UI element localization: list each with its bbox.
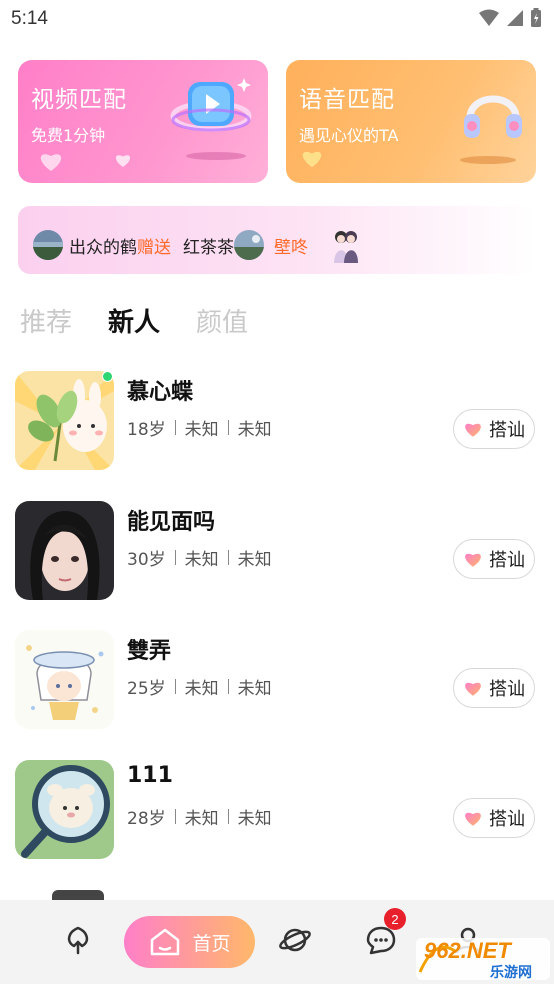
voice-match-card[interactable]: 语音匹配 遇见心仪的TA [286, 60, 536, 183]
heart-icon [465, 553, 481, 567]
heart-decoration-icon [115, 155, 131, 167]
battery-icon [531, 8, 541, 27]
greet-button-label: 搭讪 [489, 809, 525, 830]
video-play-icon [170, 78, 252, 132]
heart-icon [465, 812, 481, 826]
nav-home-label: 首页 [192, 932, 231, 955]
user-name: 雙弄 [127, 639, 172, 664]
greet-button-label: 搭讪 [489, 679, 525, 700]
video-match-title: 视频匹配 [31, 87, 127, 113]
signal-icon [507, 10, 523, 26]
user-age: 25岁 [127, 679, 166, 699]
receiver-avatar [234, 230, 264, 260]
user-field: 未知 [237, 420, 272, 440]
user-age: 30岁 [127, 550, 166, 570]
divider [227, 550, 229, 565]
tab-new[interactable]: 新人 [108, 302, 160, 339]
nav-home[interactable]: 首页 [124, 916, 255, 968]
divider [174, 550, 176, 565]
divider [227, 679, 229, 694]
user-field: 未知 [237, 550, 272, 570]
nav-discover[interactable] [58, 920, 98, 960]
status-icons [478, 8, 542, 28]
watermark-brand: 962.NET [424, 938, 511, 963]
nav-planet[interactable] [275, 920, 315, 960]
online-indicator [102, 371, 113, 382]
voice-match-title: 语音匹配 [299, 87, 395, 113]
user-info: 18岁 未知 未知 [127, 415, 272, 440]
user-info: 28岁 未知 未知 [127, 804, 272, 829]
tree-icon [67, 926, 89, 955]
status-bar: 5:14 [0, 0, 554, 38]
user-field: 未知 [237, 679, 272, 699]
list-item-partial[interactable] [52, 890, 104, 900]
list-item[interactable]: 慕心蝶 18岁 未知 未知 搭讪 [15, 371, 539, 471]
user-info: 30岁 未知 未知 [127, 545, 272, 570]
avatar[interactable] [15, 371, 114, 470]
divider [174, 809, 176, 824]
message-badge: 2 [384, 908, 406, 930]
voice-match-subtitle: 遇见心仪的TA [299, 126, 399, 145]
greet-button[interactable]: 搭讪 [453, 668, 535, 708]
gift-message: 出众的鹤 赠送 红茶茶 壁咚 [33, 225, 366, 265]
heart-decoration-icon [40, 154, 62, 171]
greet-button-label: 搭讪 [489, 420, 525, 441]
video-match-subtitle: 免费1分钟 [31, 126, 106, 145]
greet-button[interactable]: 搭讪 [453, 409, 535, 449]
card-shadow [460, 156, 516, 164]
user-name: 慕心蝶 [127, 380, 194, 405]
video-match-card[interactable]: 视频匹配 免费1分钟 [18, 60, 268, 183]
user-field: 未知 [184, 420, 219, 440]
greet-button[interactable]: 搭讪 [453, 539, 535, 579]
user-info: 25岁 未知 未知 [127, 674, 272, 699]
card-shadow [186, 152, 246, 160]
gift-name: 壁咚 [274, 237, 308, 258]
divider [227, 809, 229, 824]
gift-receiver: 红茶茶 [183, 237, 234, 258]
tab-recommend[interactable]: 推荐 [20, 302, 72, 339]
avatar[interactable] [15, 630, 114, 729]
gift-banner[interactable]: 出众的鹤 赠送 红茶茶 壁咚 [18, 206, 536, 274]
user-name: 能见面吗 [127, 510, 216, 535]
site-watermark: 962.NET 乐游网 [416, 932, 550, 981]
divider [174, 420, 176, 435]
greet-button-label: 搭讪 [489, 550, 525, 571]
planet-icon [279, 928, 311, 952]
user-name: 111 [127, 763, 173, 788]
gift-icon [334, 231, 358, 263]
tab-looks[interactable]: 颜值 [196, 302, 248, 339]
gift-action: 赠送 [137, 237, 171, 258]
user-age: 28岁 [127, 809, 166, 829]
headphones-icon [464, 95, 522, 138]
user-field: 未知 [237, 809, 272, 829]
user-field: 未知 [184, 550, 219, 570]
avatar[interactable] [15, 501, 114, 600]
category-tabs: 推荐 新人 颜值 [20, 302, 248, 339]
status-time: 5:14 [11, 8, 48, 29]
user-field: 未知 [184, 679, 219, 699]
list-item[interactable]: 雙弄 25岁 未知 未知 搭讪 [15, 630, 539, 730]
heart-icon [465, 682, 481, 696]
user-age: 18岁 [127, 420, 166, 440]
avatar[interactable] [15, 760, 114, 859]
gift-sender: 出众的鹤 [69, 237, 137, 258]
home-icon [151, 928, 180, 956]
heart-icon [465, 423, 481, 437]
watermark-text: 乐游网 [490, 965, 532, 981]
wifi-icon [479, 9, 499, 26]
divider [174, 679, 176, 694]
list-item[interactable]: 能见面吗 30岁 未知 未知 搭讪 [15, 501, 539, 601]
greet-button[interactable]: 搭讪 [453, 798, 535, 838]
list-item[interactable]: 111 28岁 未知 未知 搭讪 [15, 760, 539, 860]
divider [227, 420, 229, 435]
sender-avatar [33, 230, 63, 260]
heart-decoration-icon [302, 151, 322, 168]
user-field: 未知 [184, 809, 219, 829]
